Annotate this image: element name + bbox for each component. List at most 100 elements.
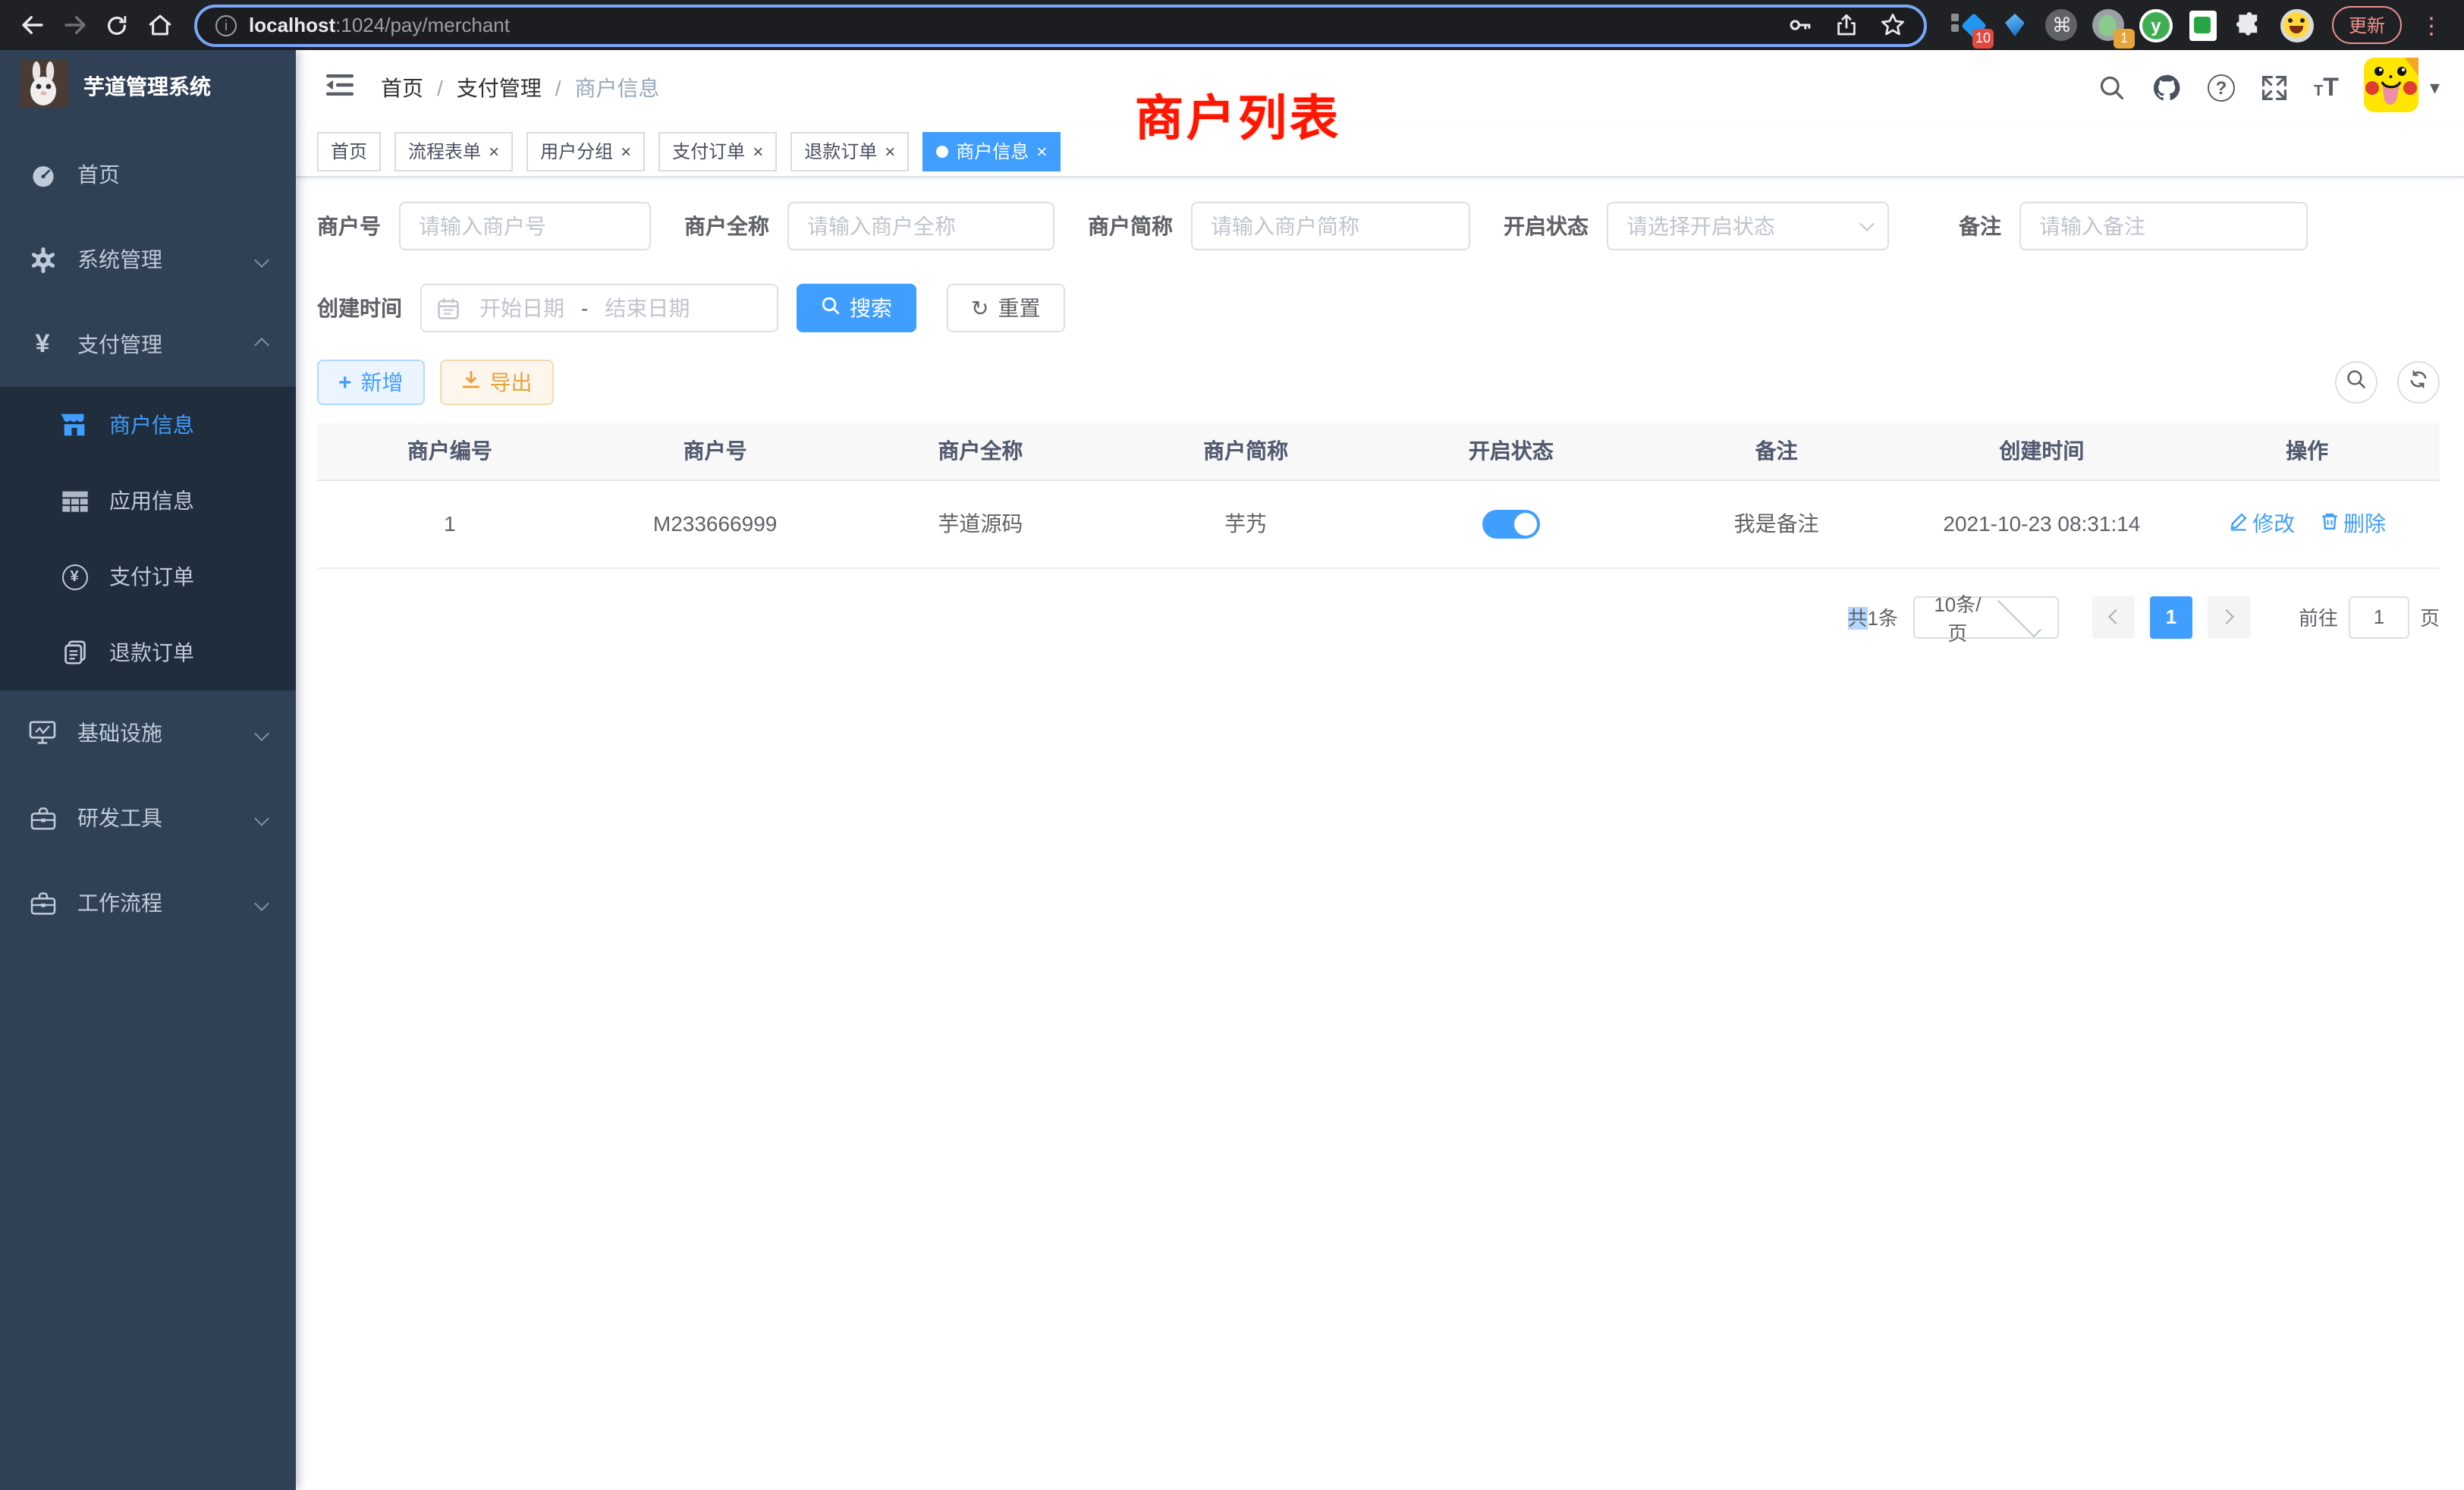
forward-button[interactable] [55, 5, 94, 45]
user-avatar [2365, 57, 2419, 119]
add-button-label: 新增 [361, 367, 404, 398]
breadcrumb-home[interactable]: 首页 [381, 73, 423, 103]
sidebar-collapse-icon[interactable] [320, 66, 360, 110]
goto-page-input[interactable] [2349, 596, 2409, 638]
close-icon[interactable] [753, 140, 763, 162]
page-number-1[interactable]: 1 [2150, 596, 2192, 638]
sidebar-item-refund-order[interactable]: 退款订单 [0, 615, 296, 690]
sidebar-item-dev-tools[interactable]: 研发工具 [0, 775, 296, 860]
sidebar-item-system[interactable]: 系统管理 [0, 217, 296, 302]
back-button[interactable] [12, 5, 52, 45]
sidebar-item-label: 应用信息 [109, 486, 194, 516]
extension-y-icon[interactable]: y [2139, 8, 2173, 42]
browser-profile-avatar[interactable] [2280, 8, 2314, 42]
remark-label: 备注 [1959, 211, 2001, 241]
search-button[interactable]: 搜索 [797, 284, 916, 332]
home-button[interactable] [140, 5, 179, 45]
cell-merchant-id: 1 [317, 479, 583, 567]
toolbox-icon [29, 806, 56, 829]
extension-circle-icon[interactable]: 1 [2092, 8, 2126, 42]
col-create-time: 创建时间 [1909, 423, 2175, 479]
bookmark-star-icon[interactable] [1880, 12, 1906, 38]
page-header: 首页 / 支付管理 / 商户信息 [296, 50, 2464, 126]
address-bar[interactable]: i localhost:1024/pay/merchant [194, 4, 1927, 46]
sidebar: 芋道管理系统 首页 系统管理 支 [0, 50, 296, 1490]
password-key-icon[interactable] [1787, 12, 1813, 38]
sidebar-item-workflow[interactable]: 工作流程 [0, 860, 296, 945]
cell-actions: 修改 删除 [2174, 479, 2440, 567]
remark-input[interactable] [2019, 202, 2308, 250]
fullscreen-icon[interactable] [2261, 74, 2288, 102]
export-button-label: 导出 [490, 367, 533, 398]
toggle-search-button[interactable] [2335, 361, 2378, 404]
sidebar-item-label: 研发工具 [77, 803, 162, 833]
sidebar-item-app-info[interactable]: 应用信息 [0, 463, 296, 539]
export-button[interactable]: 导出 [440, 360, 554, 405]
app-logo[interactable]: 芋道管理系统 [0, 50, 296, 123]
breadcrumb-pay[interactable]: 支付管理 [457, 73, 542, 103]
chevron-down-icon [254, 725, 269, 740]
reload-button[interactable] [97, 5, 137, 45]
active-tab-dot [936, 145, 948, 157]
home-icon [146, 12, 172, 38]
merchant-table: 商户编号 商户号 商户全称 商户简称 开启状态 备注 创建时间 操作 1 [317, 423, 2440, 568]
tab-merchant-info[interactable]: 商户信息 [922, 131, 1061, 171]
tab-home[interactable]: 首页 [317, 131, 381, 171]
font-size-icon[interactable] [2314, 73, 2339, 103]
tab-refund-order[interactable]: 退款订单 [790, 131, 909, 171]
start-date-input[interactable] [466, 296, 578, 320]
short-name-input[interactable] [1191, 202, 1470, 250]
refresh-icon [2408, 368, 2429, 397]
sidebar-item-label: 支付订单 [109, 561, 194, 592]
cell-remark: 我是备注 [1644, 479, 1909, 567]
share-icon[interactable] [1834, 12, 1859, 38]
extension-badge: 1 [2114, 28, 2135, 48]
extension-command-icon[interactable]: ⌘ [2045, 8, 2079, 42]
extensions-puzzle-icon[interactable] [2233, 8, 2267, 42]
extension-doc-icon[interactable] [2186, 8, 2220, 42]
annotation-overlay: 商户列表 [1135, 80, 1341, 150]
search-icon[interactable] [2098, 74, 2126, 102]
status-select[interactable]: 请选择开启状态 [1607, 202, 1889, 250]
reset-button[interactable]: 重置 [947, 284, 1064, 332]
prev-page-button[interactable] [2092, 596, 2135, 638]
next-page-button[interactable] [2208, 596, 2250, 638]
extension-kite-icon[interactable] [1998, 8, 2032, 42]
sidebar-item-pay-order[interactable]: 支付订单 [0, 539, 296, 615]
full-name-input[interactable] [787, 202, 1054, 250]
tab-user-group[interactable]: 用户分组 [526, 131, 645, 171]
browser-update-button[interactable]: 更新 [2332, 6, 2402, 44]
close-icon[interactable] [621, 140, 631, 162]
screen: i localhost:1024/pay/merchant 10 ⌘ 1 y [0, 0, 2464, 1490]
close-icon[interactable] [885, 140, 895, 162]
refresh-table-button[interactable] [2397, 361, 2440, 404]
end-date-input[interactable] [591, 296, 703, 320]
close-icon[interactable] [489, 140, 499, 162]
sidebar-item-label: 基础设施 [77, 718, 162, 748]
sidebar-item-infra[interactable]: 基础设施 [0, 690, 296, 775]
cell-create-time: 2021-10-23 08:31:14 [1909, 479, 2175, 567]
site-info-icon[interactable]: i [215, 14, 237, 36]
create-time-range-picker[interactable]: - [420, 284, 778, 332]
tab-pay-order[interactable]: 支付订单 [658, 131, 777, 171]
sidebar-item-pay[interactable]: 支付管理 [0, 302, 296, 387]
extension-diamond-icon[interactable]: 10 [1951, 8, 1985, 42]
tab-process-form[interactable]: 流程表单 [394, 131, 513, 171]
delete-link[interactable]: 删除 [2319, 508, 2386, 539]
sidebar-item-merchant-info[interactable]: 商户信息 [0, 387, 296, 463]
user-menu[interactable] [2365, 57, 2440, 119]
merchant-no-input[interactable] [399, 202, 651, 250]
toolbox-icon [29, 891, 56, 914]
page-size-select[interactable]: 10条/页 [1913, 596, 2059, 638]
col-short-name: 商户简称 [1113, 423, 1378, 479]
help-icon[interactable] [2208, 74, 2235, 102]
add-button[interactable]: 新增 [317, 360, 425, 405]
sidebar-item-home[interactable]: 首页 [0, 132, 296, 217]
edit-link[interactable]: 修改 [2228, 508, 2295, 539]
browser-menu-icon[interactable] [2411, 11, 2452, 39]
logo-image [20, 58, 68, 115]
status-toggle[interactable] [1482, 509, 1540, 538]
github-icon[interactable] [2151, 73, 2182, 103]
close-icon[interactable] [1036, 140, 1047, 162]
url-path: :1024/pay/merchant [335, 14, 510, 36]
